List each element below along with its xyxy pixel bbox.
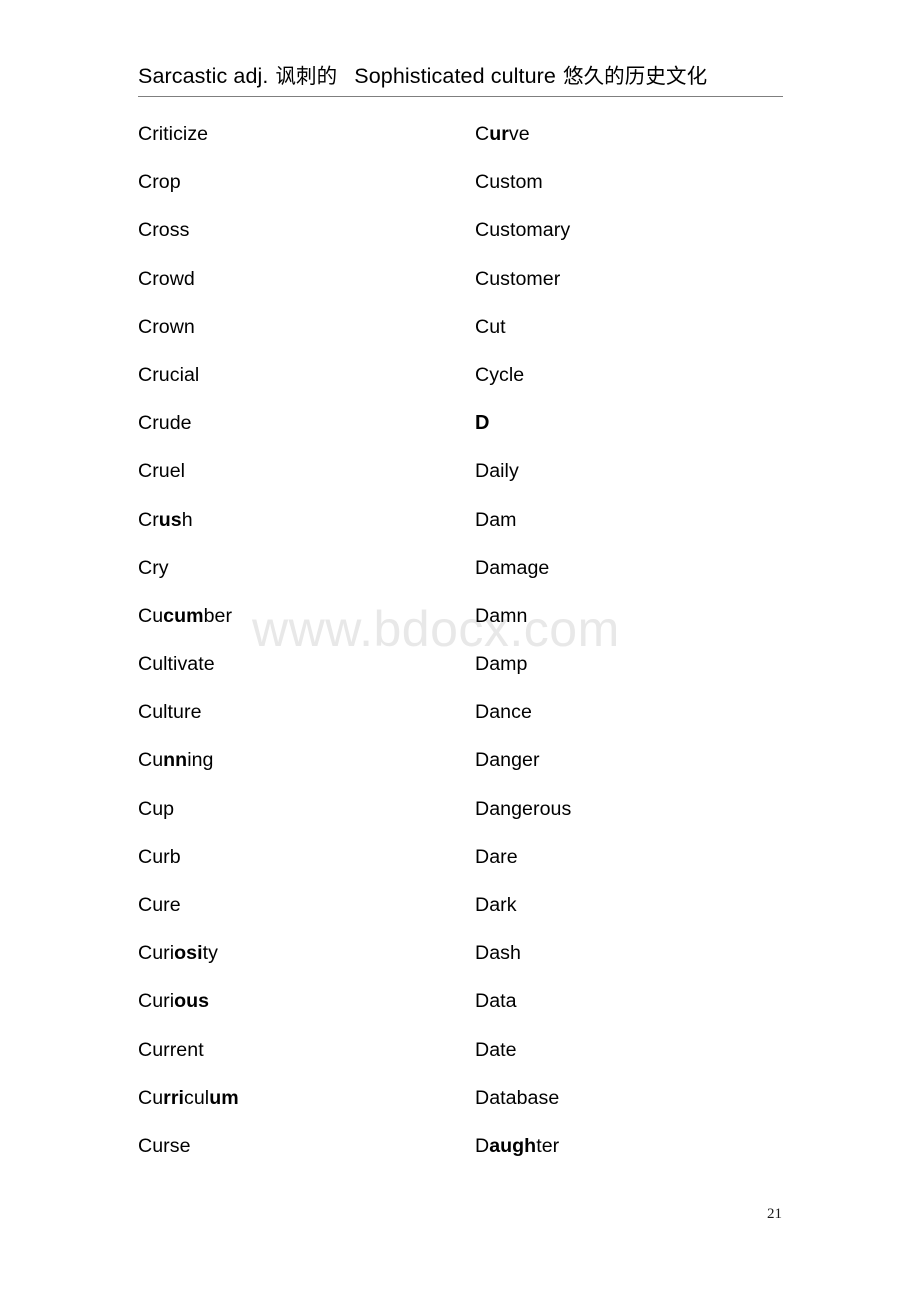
- word-entry: Dam: [475, 508, 517, 531]
- word-entry: Daily: [475, 460, 519, 483]
- word-entry: Database: [475, 1086, 560, 1109]
- word-entry: Crop: [138, 171, 181, 194]
- word-entry: Curve: [475, 123, 530, 145]
- word-entry: Curriculum: [138, 1086, 239, 1109]
- word-entry: Cruel: [138, 460, 186, 483]
- word-entry: Date: [475, 1038, 517, 1061]
- word-entry: Damp: [475, 653, 528, 676]
- emphasized-letters: cum: [163, 604, 204, 627]
- header-left-chinese: 讽刺的: [275, 64, 338, 88]
- word-entry: Customer: [475, 267, 561, 290]
- emphasized-letters: nn: [163, 749, 188, 772]
- word-entry: Criticize: [138, 123, 209, 145]
- word-entry: Cunning: [138, 749, 214, 772]
- word-entry: Dance: [475, 701, 532, 724]
- word-entry: Curb: [138, 845, 181, 868]
- word-list-right-column: Curve Custom Customary Customer Cut Cycle D Dai…: [475, 122, 805, 1182]
- emphasized-letters: augh: [489, 1134, 537, 1157]
- word-entry: Cultivate: [138, 653, 215, 676]
- word-entry: Daughter: [475, 1134, 560, 1157]
- emphasized-letters: um: [209, 1086, 239, 1109]
- word-entry: Data: [475, 990, 517, 1013]
- word-entry: Cycle: [475, 363, 525, 386]
- word-entry: Damage: [475, 556, 550, 579]
- word-entry: Crush: [138, 508, 193, 531]
- emphasized-letters: us: [158, 508, 182, 531]
- header-right-chinese: 悠久的历史文化: [562, 64, 708, 88]
- document-page: Sarcastic adj. 讽刺的 Sophisticated culture 悠久…: [0, 0, 920, 1302]
- word-entry: Dangerous: [475, 797, 572, 820]
- word-entry: Cry: [138, 556, 169, 579]
- word-list-left-column: Criticize Crop Cross Crowd Crown Crucial Crude…: [138, 122, 468, 1182]
- emphasized-letters: rri: [163, 1086, 185, 1109]
- running-header: Sarcastic adj. 讽刺的 Sophisticated culture 悠久…: [138, 62, 783, 97]
- word-entry: Curious: [138, 990, 210, 1013]
- word-entry: Danger: [475, 749, 540, 772]
- word-entry: Cross: [138, 219, 190, 242]
- header-right-english: Sophisticated culture: [354, 64, 556, 88]
- emphasized-letters: ous: [174, 990, 210, 1013]
- word-entry: Crown: [138, 315, 195, 338]
- word-entry: Crude: [138, 412, 192, 435]
- word-entry: Cut: [475, 315, 506, 338]
- word-entry: Damn: [475, 604, 528, 627]
- word-entry: Cucumber: [138, 604, 233, 627]
- word-entry: Curse: [138, 1134, 191, 1157]
- word-entry: Cup: [138, 797, 175, 820]
- word-entry: Custom: [475, 171, 543, 194]
- emphasized-letters: osi: [174, 942, 203, 965]
- word-entry: Customary: [475, 219, 571, 242]
- word-entry: Culture: [138, 701, 202, 724]
- word-entry: Current: [138, 1038, 204, 1061]
- word-entry: Dare: [475, 845, 518, 868]
- word-entry: Crucial: [138, 363, 200, 386]
- word-entry: Crowd: [138, 267, 195, 290]
- word-entry: Dash: [475, 942, 521, 965]
- emphasized-letters: ur: [489, 123, 509, 145]
- word-entry: Cure: [138, 894, 181, 916]
- word-entry: Curiosity: [138, 942, 218, 965]
- section-letter-heading: D: [475, 412, 490, 435]
- header-left-english: Sarcastic adj.: [138, 64, 269, 88]
- page-number: 21: [767, 1206, 782, 1222]
- word-entry: Dark: [475, 894, 517, 916]
